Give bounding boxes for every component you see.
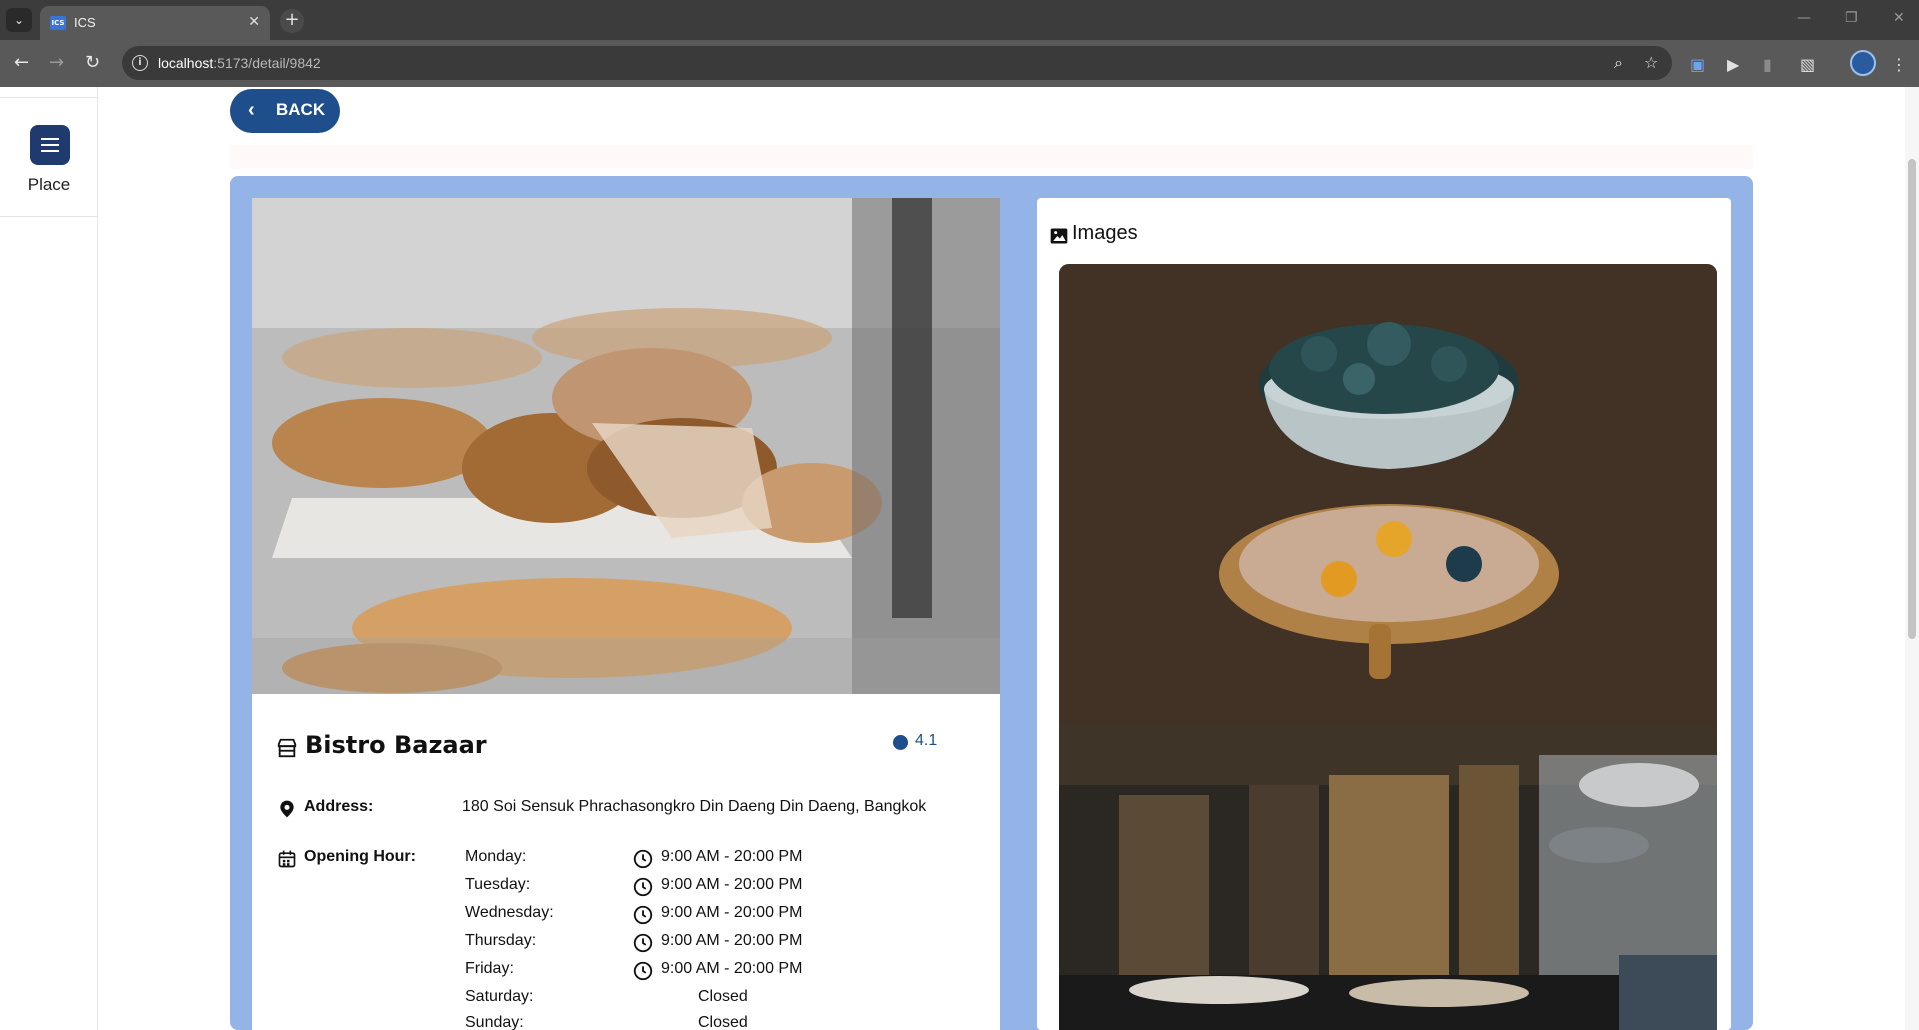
sidebar: Place <box>0 87 98 1030</box>
clock-icon <box>633 905 653 925</box>
address-value: 180 Soi Sensuk Phrachasongkro Din Daeng … <box>462 798 927 815</box>
coffee-photo <box>1059 264 1717 725</box>
restaurant-photo <box>1059 725 1717 1030</box>
hours-time: 9:00 AM - 20:00 PM <box>661 904 803 921</box>
hours-time: 9:00 AM - 20:00 PM <box>661 960 803 977</box>
url-text[interactable]: localhost:5173/detail/9842 <box>158 55 321 71</box>
hours-day: Wednesday: <box>465 904 554 921</box>
new-tab-button[interactable]: + <box>280 9 304 33</box>
hours-day: Saturday: <box>465 988 534 1005</box>
close-window-icon[interactable]: ✕ <box>1893 10 1905 26</box>
gallery-image-coffee[interactable] <box>1059 264 1717 725</box>
translate-icon[interactable]: ▣ <box>1690 55 1705 74</box>
extension-play-icon[interactable]: ▶ <box>1727 55 1739 74</box>
place-hero-image <box>252 198 1000 694</box>
sidebar-divider <box>0 97 98 98</box>
favicon-icon: ICS <box>50 16 66 30</box>
location-pin-icon <box>280 800 294 818</box>
tab-close-icon[interactable]: ✕ <box>248 14 260 30</box>
url-path: :5173/detail/9842 <box>213 55 321 71</box>
images-title: Images <box>1072 222 1138 244</box>
browser-tab[interactable]: ICS ICS ✕ <box>40 6 270 40</box>
top-strip <box>230 145 1753 169</box>
browser-tab-bar: ⌄ ICS ICS ✕ + — ❐ ✕ <box>0 0 1919 40</box>
image-icon <box>1050 228 1068 244</box>
browser-toolbar: ← → ↻ i localhost:5173/detail/9842 ⌕ ☆ ▣… <box>0 40 1919 87</box>
clock-icon <box>633 961 653 981</box>
hours-closed: Closed <box>698 1014 748 1030</box>
restore-icon[interactable]: ❐ <box>1845 10 1858 26</box>
calendar-icon <box>278 850 296 868</box>
store-icon <box>277 738 297 758</box>
hours-time: 9:00 AM - 20:00 PM <box>661 876 803 893</box>
url-host: localhost <box>158 55 214 71</box>
zoom-icon[interactable]: ⌕ <box>1614 53 1623 73</box>
chevron-down-icon: ⌄ <box>13 13 25 27</box>
hours-day: Sunday: <box>465 1014 524 1030</box>
hours-day: Thursday: <box>465 932 537 949</box>
extension-icon[interactable]: ▮ <box>1763 55 1772 74</box>
hours-time: 9:00 AM - 20:00 PM <box>661 848 803 865</box>
clock-icon <box>633 877 653 897</box>
hours-closed: Closed <box>698 988 748 1005</box>
sidebar-item-label: Place <box>27 175 71 194</box>
site-info-icon[interactable]: i <box>132 55 148 71</box>
rating-value: 4.1 <box>915 732 938 749</box>
address-label: Address: <box>304 798 374 815</box>
reload-icon[interactable]: ↻ <box>85 52 100 73</box>
pastry-photo <box>252 198 1000 694</box>
rating-dot-icon <box>893 735 908 750</box>
tab-title: ICS <box>74 15 96 30</box>
hours-day: Friday: <box>465 960 514 977</box>
back-arrow-icon[interactable]: ← <box>14 52 29 73</box>
scrollbar-thumb[interactable] <box>1908 159 1916 639</box>
page-scrollbar[interactable] <box>1905 87 1919 1030</box>
hours-day: Tuesday: <box>465 876 531 893</box>
sidebar-item-place[interactable]: Place <box>0 125 98 217</box>
menu-dots-icon[interactable]: ⋮ <box>1891 55 1907 74</box>
gallery-image-restaurant[interactable] <box>1059 725 1717 1030</box>
clock-icon <box>633 849 653 869</box>
puzzle-icon[interactable]: ▧ <box>1800 55 1815 74</box>
minimize-icon[interactable]: — <box>1797 10 1811 26</box>
chevron-left-icon: ‹ <box>248 99 255 121</box>
back-button[interactable]: ‹ BACK <box>230 89 340 133</box>
clock-icon <box>633 933 653 953</box>
bookmark-star-icon[interactable]: ☆ <box>1644 53 1658 72</box>
opening-hour-label: Opening Hour: <box>304 848 416 865</box>
hours-day: Monday: <box>465 848 527 865</box>
list-icon <box>30 125 70 165</box>
hours-time: 9:00 AM - 20:00 PM <box>661 932 803 949</box>
forward-arrow-icon[interactable]: → <box>49 52 64 73</box>
tab-search-button[interactable]: ⌄ <box>6 8 32 32</box>
place-name: Bistro Bazaar <box>305 731 487 759</box>
address-bar[interactable]: i localhost:5173/detail/9842 ⌕ ☆ <box>122 46 1672 80</box>
profile-avatar[interactable] <box>1850 50 1876 76</box>
back-button-label: BACK <box>276 100 326 119</box>
